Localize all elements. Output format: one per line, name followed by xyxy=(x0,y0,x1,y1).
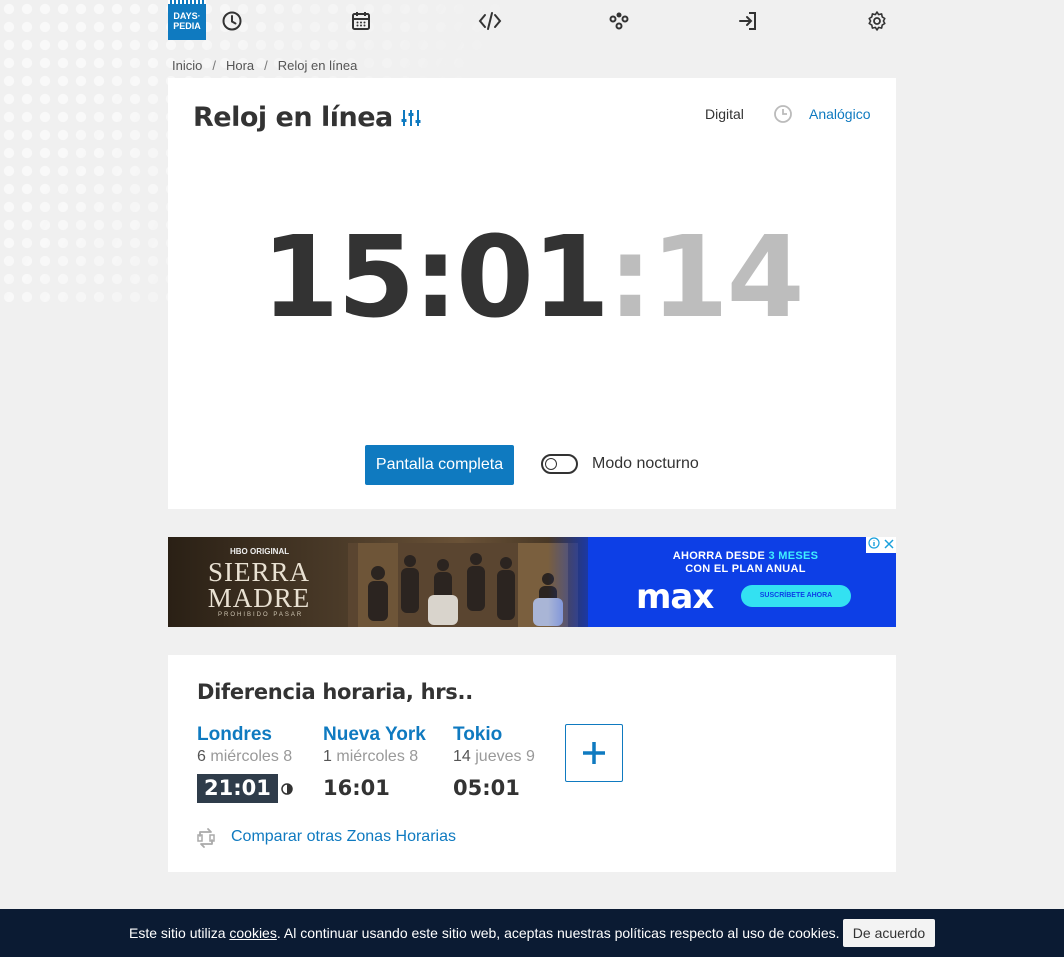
clock-icon[interactable] xyxy=(220,9,244,33)
cookie-consent-bar: Este sitio utiliza cookies. Al continuar… xyxy=(0,909,1064,957)
ad-fine-print xyxy=(640,616,850,622)
ad-title: SIERRA MADRE xyxy=(204,557,314,613)
time-difference-card: Diferencia horaria, hrs.. Londres 6 miér… xyxy=(168,655,896,872)
ad-info-icon[interactable] xyxy=(868,537,880,554)
city-tokyo: Tokio 14 jueves 9 05:01 xyxy=(453,724,535,803)
logo-line-2: PEDIA xyxy=(173,21,201,31)
ad-cast-photo xyxy=(348,543,578,627)
city-difference: 1 miércoles 8 xyxy=(323,748,426,766)
breadcrumb: Inicio / Hora / Reloj en línea xyxy=(172,58,357,73)
dayspedia-logo[interactable]: DAYS· PEDIA xyxy=(168,0,206,40)
cookies-link[interactable]: cookies xyxy=(229,925,276,941)
city-difference-day: miércoles 8 xyxy=(336,748,419,765)
ad-subscribe-button[interactable]: SUSCRÍBETE AHORA xyxy=(741,585,851,607)
ad-promo-line-2: CON EL PLAN ANUAL xyxy=(685,563,806,575)
analog-clock-icon xyxy=(773,104,793,129)
accept-cookies-button[interactable]: De acuerdo xyxy=(843,919,935,947)
ad-banner[interactable]: HBO ORIGINAL SIERRA MADRE PROHIBIDO PASA… xyxy=(168,537,896,627)
city-difference-hours: 6 xyxy=(197,748,206,765)
mode-analog-tab[interactable]: Analógico xyxy=(809,106,871,122)
mode-digital-tab[interactable]: Digital xyxy=(705,106,744,122)
night-mode-toggle[interactable] xyxy=(541,454,578,474)
calendar-icon[interactable] xyxy=(349,9,373,33)
cookie-message: Este sitio utiliza cookies. Al continuar… xyxy=(129,925,840,941)
city-name[interactable]: Tokio xyxy=(453,724,535,746)
ad-fade xyxy=(548,537,608,627)
page-title: Reloj en línea xyxy=(193,102,393,133)
ad-close-icon[interactable] xyxy=(884,537,894,554)
ad-subtitle: PROHIBIDO PASAR xyxy=(218,612,304,618)
ad-brand-logo: max xyxy=(636,577,714,617)
moon-icon xyxy=(281,782,293,800)
fullscreen-button[interactable]: Pantalla completa xyxy=(365,445,514,485)
time-difference-title: Diferencia horaria, hrs.. xyxy=(197,680,473,704)
network-icon[interactable] xyxy=(607,9,631,33)
ad-promo-text-a: AHORRA DESDE xyxy=(672,550,769,562)
city-time: 16:01 xyxy=(323,776,390,800)
city-difference: 6 miércoles 8 xyxy=(197,748,293,766)
ad-image: HBO ORIGINAL SIERRA MADRE PROHIBIDO PASA… xyxy=(168,537,588,627)
compare-timezones-link[interactable]: Comparar otras Zonas Horarias xyxy=(231,828,456,846)
cookie-text-after: . Al continuar usando este sitio web, ac… xyxy=(276,925,840,941)
sliders-icon[interactable] xyxy=(400,108,422,133)
compare-icon xyxy=(195,827,217,854)
top-navigation: DAYS· PEDIA xyxy=(168,0,896,44)
city-difference-hours: 1 xyxy=(323,748,332,765)
city-difference-day: jueves 9 xyxy=(475,748,535,765)
breadcrumb-separator: / xyxy=(212,58,216,73)
city-difference-day: miércoles 8 xyxy=(210,748,293,765)
city-time: 05:01 xyxy=(453,776,520,800)
digital-clock-display: 15:01:14 xyxy=(168,218,896,338)
night-mode-label: Modo nocturno xyxy=(592,455,699,472)
city-difference: 14 jueves 9 xyxy=(453,748,535,766)
breadcrumb-home[interactable]: Inicio xyxy=(172,58,202,73)
clock-seconds: :14 xyxy=(607,213,805,343)
clock-hours-minutes: 15:01 xyxy=(261,213,610,343)
ad-title-line-2: MADRE xyxy=(207,583,311,613)
login-icon[interactable] xyxy=(736,9,760,33)
breadcrumb-separator: / xyxy=(264,58,268,73)
cookie-text-before: Este sitio utiliza xyxy=(129,925,230,941)
online-clock-card: Reloj en línea Digital Analógico 15:01:1… xyxy=(168,78,896,509)
ad-promo-highlight: 3 MESES xyxy=(768,550,819,562)
breadcrumb-current: Reloj en línea xyxy=(277,58,358,73)
ad-title-line-1: SIERRA xyxy=(207,557,311,587)
code-icon[interactable] xyxy=(478,9,502,33)
ad-promo-text: AHORRA DESDE 3 MESES CON EL PLAN ANUAL xyxy=(638,550,853,576)
city-london: Londres 6 miércoles 8 21:01 xyxy=(197,724,293,803)
city-time: 21:01 xyxy=(197,774,278,803)
logo-line-1: DAYS· xyxy=(173,11,201,21)
plus-icon xyxy=(583,742,605,764)
breadcrumb-hora[interactable]: Hora xyxy=(226,58,254,73)
gear-icon[interactable] xyxy=(865,9,889,33)
city-difference-hours: 14 xyxy=(453,748,471,765)
ad-hbo-label: HBO ORIGINAL xyxy=(230,547,290,556)
city-name[interactable]: Nueva York xyxy=(323,724,426,746)
ad-info-controls xyxy=(866,537,896,553)
city-new-york: Nueva York 1 miércoles 8 16:01 xyxy=(323,724,426,803)
add-city-button[interactable] xyxy=(565,724,623,782)
city-name[interactable]: Londres xyxy=(197,724,293,746)
